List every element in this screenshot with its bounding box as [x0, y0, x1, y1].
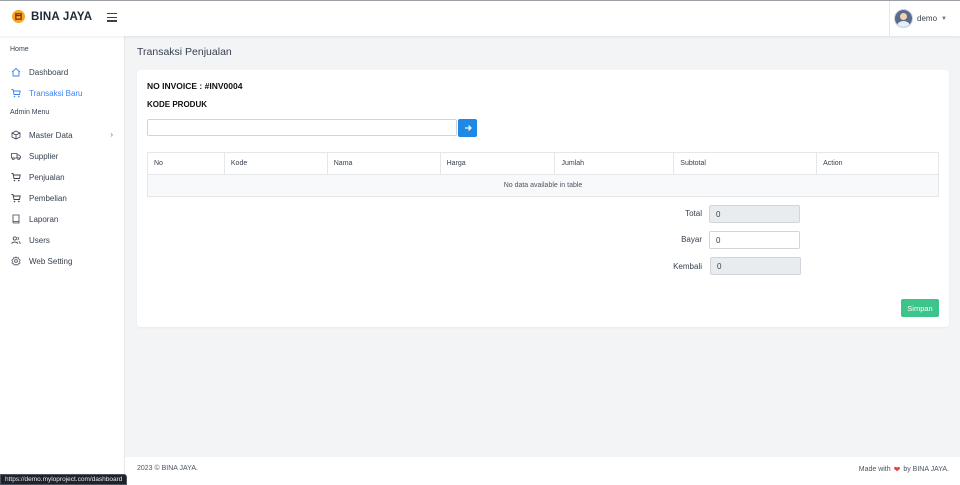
avatar — [894, 9, 913, 28]
box-icon — [11, 130, 21, 140]
invoice-number: NO INVOICE : #INV0004 — [147, 81, 243, 91]
hamburger-menu-icon[interactable] — [107, 13, 117, 22]
table-row: No data available in table — [147, 174, 939, 197]
sidebar-item-label: Users — [29, 235, 50, 245]
gear-icon — [11, 256, 21, 266]
sidebar-item-master-data[interactable]: Master Data › — [11, 128, 121, 142]
transaction-card: NO INVOICE : #INV0004 KODE PRODUK No Kod… — [137, 70, 949, 327]
sidebar-heading-admin: Admin Menu — [10, 109, 50, 116]
store-logo-icon — [12, 10, 25, 23]
column-header[interactable]: Kode — [223, 152, 328, 175]
sidebar-item-transaksi-baru[interactable]: Transaksi Baru — [11, 86, 121, 100]
column-header[interactable]: Subtotal — [673, 152, 818, 175]
arrow-right-icon — [464, 125, 472, 131]
sidebar: Home Dashboard Transaksi Baru Admin Menu… — [0, 36, 125, 485]
kembali-label: Kembali — [673, 262, 702, 271]
total-label: Total — [685, 209, 702, 218]
total-field — [709, 205, 800, 223]
sidebar-item-web-setting[interactable]: Web Setting — [11, 254, 121, 268]
kode-produk-label: KODE PRODUK — [147, 100, 208, 109]
cart-icon — [11, 89, 21, 98]
sidebar-item-penjualan[interactable]: Penjualan — [11, 170, 121, 184]
sidebar-item-label: Pembelian — [29, 193, 67, 203]
column-header[interactable]: Nama — [326, 152, 441, 175]
user-menu[interactable]: demo ▼ — [889, 1, 960, 36]
column-header[interactable]: No — [147, 152, 225, 175]
column-header[interactable]: Harga — [439, 152, 556, 175]
empty-table-message: No data available in table — [147, 174, 939, 197]
sidebar-item-laporan[interactable]: Laporan — [11, 212, 121, 226]
sidebar-item-label: Web Setting — [29, 256, 73, 266]
browser-status-url: https://demo.myloproject.com/dashboard — [0, 474, 128, 485]
made-with-text: Made with — [858, 466, 891, 473]
book-icon — [12, 214, 20, 224]
credit-text: by BINA JAYA. — [903, 466, 949, 473]
sidebar-item-label: Penjualan — [29, 172, 65, 182]
sidebar-item-label: Laporan — [29, 214, 59, 224]
top-navbar: BINA JAYA demo ▼ — [0, 0, 960, 36]
brand-name: BINA JAYA — [31, 10, 93, 23]
page-title: Transaksi Penjualan — [137, 46, 232, 58]
copyright-text: 2023 © BINA JAYA. — [137, 465, 198, 472]
cart-icon — [11, 173, 21, 182]
add-product-button[interactable] — [458, 119, 477, 137]
sidebar-item-label: Transaksi Baru — [29, 88, 83, 98]
sidebar-item-users[interactable]: Users — [11, 233, 121, 247]
save-button[interactable]: Simpan — [901, 299, 939, 317]
table-header-row: No Kode Nama Harga Jumlah Subtotal Actio… — [147, 152, 939, 175]
sidebar-item-supplier[interactable]: Supplier — [11, 149, 121, 163]
column-header[interactable]: Action — [816, 152, 939, 175]
bayar-label: Bayar — [681, 235, 702, 244]
footer-credit: Made with ❤ by BINA JAYA. — [859, 465, 949, 474]
kode-produk-input[interactable] — [147, 119, 457, 136]
brand[interactable]: BINA JAYA — [12, 10, 92, 23]
cart-icon — [11, 194, 21, 203]
users-icon — [11, 236, 21, 244]
footer: 2023 © BINA JAYA. Made with ❤ by BINA JA… — [125, 457, 960, 485]
product-table: No Kode Nama Harga Jumlah Subtotal Actio… — [147, 152, 939, 197]
kembali-field — [710, 257, 801, 275]
sidebar-item-pembelian[interactable]: Pembelian — [11, 191, 121, 205]
sidebar-item-label: Dashboard — [29, 67, 69, 77]
sidebar-item-label: Supplier — [29, 151, 59, 161]
user-name: demo — [917, 14, 938, 23]
sidebar-item-dashboard[interactable]: Dashboard — [11, 65, 121, 79]
sidebar-heading-home: Home — [10, 46, 29, 53]
column-header[interactable]: Jumlah — [554, 152, 675, 175]
bayar-field[interactable] — [709, 231, 800, 249]
chevron-down-icon: ▼ — [941, 15, 947, 22]
chevron-right-icon: › — [110, 130, 113, 139]
sidebar-item-label: Master Data — [29, 130, 73, 140]
heart-icon: ❤ — [893, 465, 901, 474]
truck-icon — [11, 153, 21, 161]
home-icon — [11, 67, 21, 77]
